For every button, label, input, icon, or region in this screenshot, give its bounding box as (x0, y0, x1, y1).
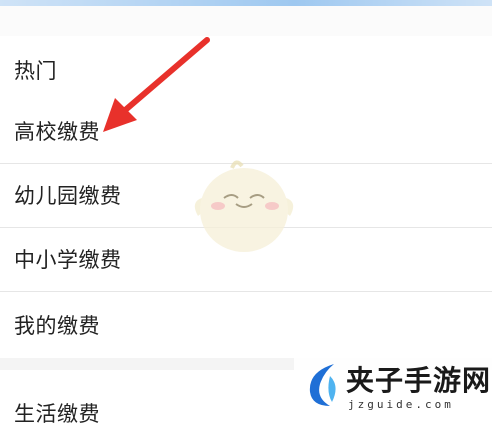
site-watermark: 夹子手游网 jzguide.com (294, 358, 492, 413)
section-gap (0, 6, 492, 36)
menu-item-university-fees[interactable]: 高校缴费 (0, 100, 492, 164)
menu-item-label: 高校缴费 (14, 120, 100, 144)
section-hot-header: 热门 (0, 36, 492, 100)
watermark-title: 夹子手游网 (346, 364, 492, 397)
menu-item-label: 中小学缴费 (14, 248, 122, 272)
section-title-hot: 热门 (14, 59, 57, 83)
menu-item-label: 幼儿园缴费 (14, 184, 122, 208)
watermark-url: jzguide.com (348, 398, 454, 411)
menu-item-my-fees[interactable]: 我的缴费 (0, 294, 492, 358)
menu-item-label: 我的缴费 (14, 314, 100, 338)
section-title-life: 生活缴费 (14, 402, 100, 426)
site-logo-icon (309, 364, 336, 406)
mascot-watermark-icon (194, 160, 294, 252)
red-arrow-annotation (103, 37, 210, 132)
